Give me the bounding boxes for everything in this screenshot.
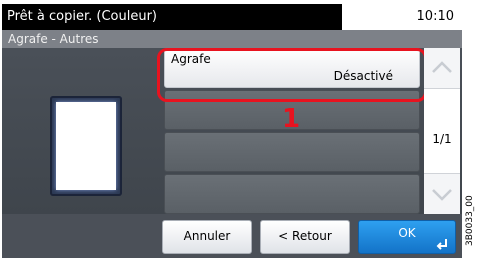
chevron-down-icon — [432, 189, 452, 201]
cancel-button[interactable]: Annuler — [162, 220, 252, 254]
breadcrumb: Agrafe - Autres — [2, 30, 462, 48]
page-indicator: 1/1 — [432, 132, 452, 146]
clock: 10:10 — [416, 9, 454, 24]
status-bar: Prêt à copier. (Couleur) 10:10 — [2, 4, 462, 30]
figure-caption: 3B0033_00 — [465, 195, 475, 246]
empty-option-row — [164, 174, 420, 214]
back-button[interactable]: < Retour — [260, 220, 350, 254]
bottom-bar: Annuler < Retour OK — [2, 214, 462, 258]
scroll-up-button[interactable] — [424, 48, 460, 89]
scroll-down-button[interactable] — [424, 173, 460, 214]
callout-number: 1 — [282, 104, 301, 134]
callout-highlight — [157, 48, 427, 102]
status-message: Prêt à copier. (Couleur) — [2, 4, 342, 30]
page-preview-sheet — [56, 102, 116, 190]
page-preview — [50, 96, 122, 196]
scroll-panel: 1/1 — [424, 48, 460, 214]
chevron-up-icon — [432, 61, 452, 73]
ok-button[interactable]: OK — [358, 220, 456, 254]
copier-panel: Prêt à copier. (Couleur) 10:10 Agrafe - … — [2, 4, 462, 258]
enter-icon — [436, 239, 447, 250]
ok-label: OK — [398, 226, 416, 240]
empty-option-row — [164, 132, 420, 172]
